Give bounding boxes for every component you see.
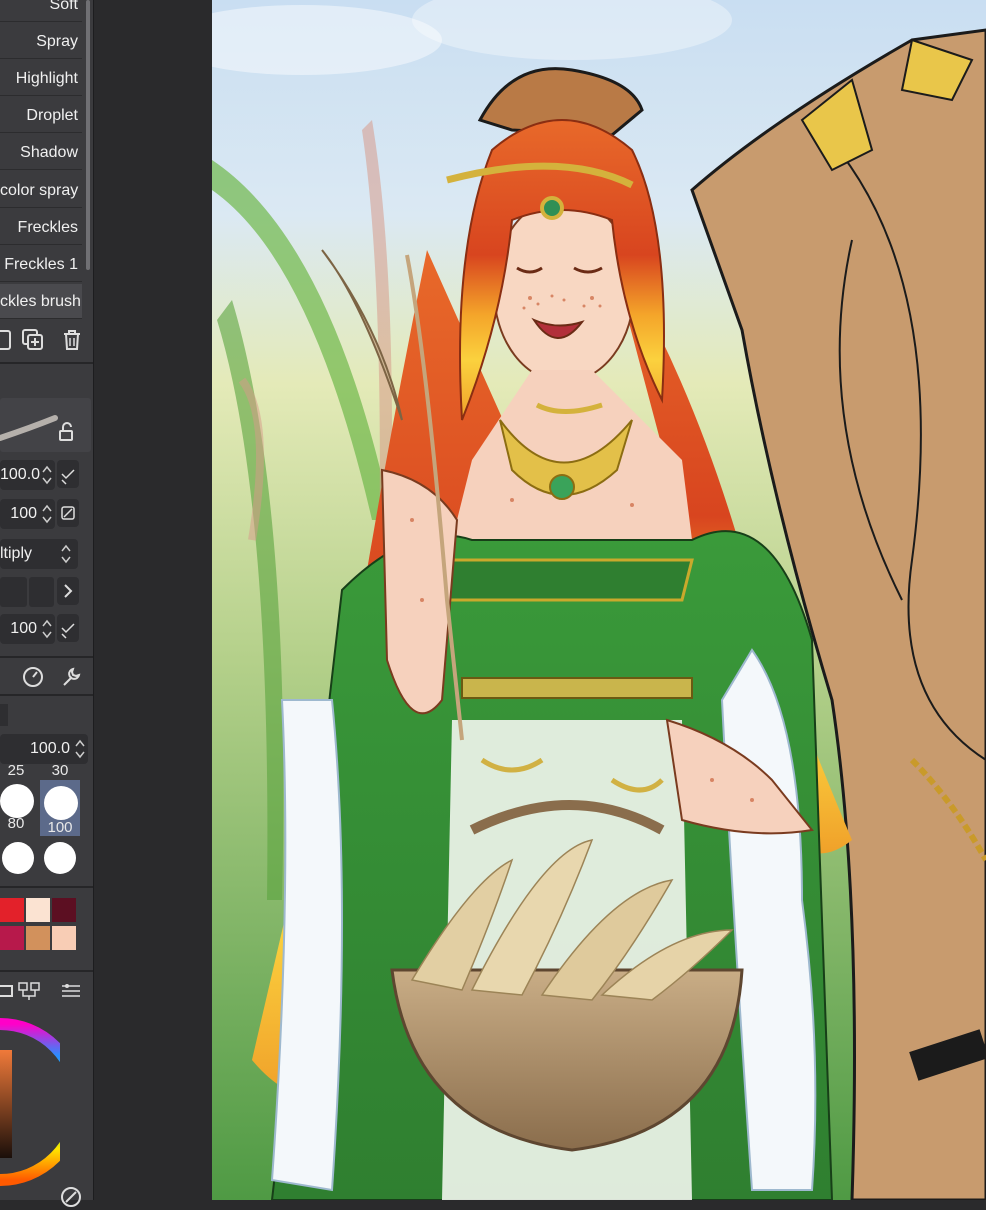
tool-panel: Soft Spray Highlight Droplet Shadow colo…: [0, 0, 94, 1207]
panel-divider: [0, 656, 93, 658]
square-slash-icon: [61, 506, 75, 520]
artwork-illustration: [212, 0, 986, 1200]
size-cell-100[interactable]: 100: [40, 780, 80, 836]
pressure-check-icon: [61, 623, 75, 639]
size-dot-icon: [44, 786, 78, 820]
palette-grid-icon[interactable]: [16, 978, 42, 1004]
texture-row: [0, 575, 82, 607]
size-dot-icon: [44, 842, 76, 874]
brush-item-spray[interactable]: Spray: [0, 24, 82, 59]
palette-swatch[interactable]: [52, 898, 76, 922]
brush-item-shadow[interactable]: Shadow: [0, 135, 82, 170]
opacity-row: 100.0: [0, 458, 82, 490]
palette-swatch[interactable]: [26, 898, 50, 922]
panel-divider: [0, 694, 93, 696]
stroke-field[interactable]: 100: [0, 614, 55, 644]
brush-item-highlight[interactable]: Highlight: [0, 61, 82, 96]
brush-item-freckles-1[interactable]: Freckles 1: [0, 247, 82, 282]
brush-item-color-spray[interactable]: color spray: [0, 173, 82, 208]
blend-mode-select[interactable]: ltiply: [0, 539, 78, 569]
palette-swatch[interactable]: [0, 898, 24, 922]
density-row: 100: [0, 497, 82, 529]
palette-swatch[interactable]: [52, 926, 76, 950]
size-dot-icon: [2, 842, 34, 874]
stepper-icon[interactable]: [74, 738, 86, 760]
opacity-field[interactable]: 100.0: [0, 460, 55, 490]
stroke-check-button[interactable]: [57, 614, 79, 642]
brush-item-freckles[interactable]: Freckles: [0, 210, 82, 245]
opacity-check-button[interactable]: [57, 460, 79, 488]
wrench-icon[interactable]: [58, 664, 84, 690]
density-field[interactable]: 100: [0, 499, 55, 529]
add-brush-icon[interactable]: [20, 327, 46, 353]
density-toggle-button[interactable]: [57, 499, 79, 527]
panel-divider: [0, 886, 93, 888]
stepper-icon[interactable]: [41, 618, 53, 640]
brush-item-freckles-brush[interactable]: ckles brush: [0, 284, 82, 319]
stepper-icon[interactable]: [41, 503, 53, 525]
stroke-row: 100: [0, 612, 82, 644]
panel-scrollbar[interactable]: [86, 0, 90, 270]
sliders-icon[interactable]: [58, 978, 84, 1004]
timer-dial-icon[interactable]: [20, 664, 46, 690]
color-mode-icon[interactable]: [58, 1184, 84, 1210]
texture-more-button[interactable]: [57, 577, 79, 605]
stepper-icon[interactable]: [41, 464, 53, 486]
palette-swatch[interactable]: [0, 926, 24, 950]
color-wheel-icon[interactable]: [0, 1010, 60, 1190]
brush-stroke-icon: [0, 415, 58, 441]
texture-slot[interactable]: [0, 577, 27, 607]
copy-brush-icon[interactable]: [0, 327, 16, 353]
trash-icon[interactable]: [59, 327, 85, 353]
texture-slot[interactable]: [29, 577, 54, 607]
brush-item-droplet[interactable]: Droplet: [0, 98, 82, 133]
palette-swatch[interactable]: [26, 926, 50, 950]
clip-studio-window: Soft Spray Highlight Droplet Shadow colo…: [0, 0, 986, 1207]
size-dot-icon: [0, 784, 34, 818]
brush-stroke-preview: [0, 398, 91, 452]
unlock-icon[interactable]: [58, 422, 76, 442]
size-panel-tab[interactable]: [0, 704, 8, 726]
stepper-icon[interactable]: [60, 543, 72, 565]
artwork-canvas[interactable]: [212, 0, 986, 1200]
panel-divider: [0, 970, 93, 972]
global-size-field[interactable]: 100.0: [0, 734, 88, 764]
blend-mode-row: ltiply: [0, 537, 82, 569]
global-size-row: 100.0: [0, 732, 88, 764]
panel-divider: [0, 362, 93, 364]
brush-item-soft[interactable]: Soft: [0, 0, 82, 22]
pressure-check-icon: [61, 469, 75, 485]
chevron-right-icon: [64, 584, 73, 598]
